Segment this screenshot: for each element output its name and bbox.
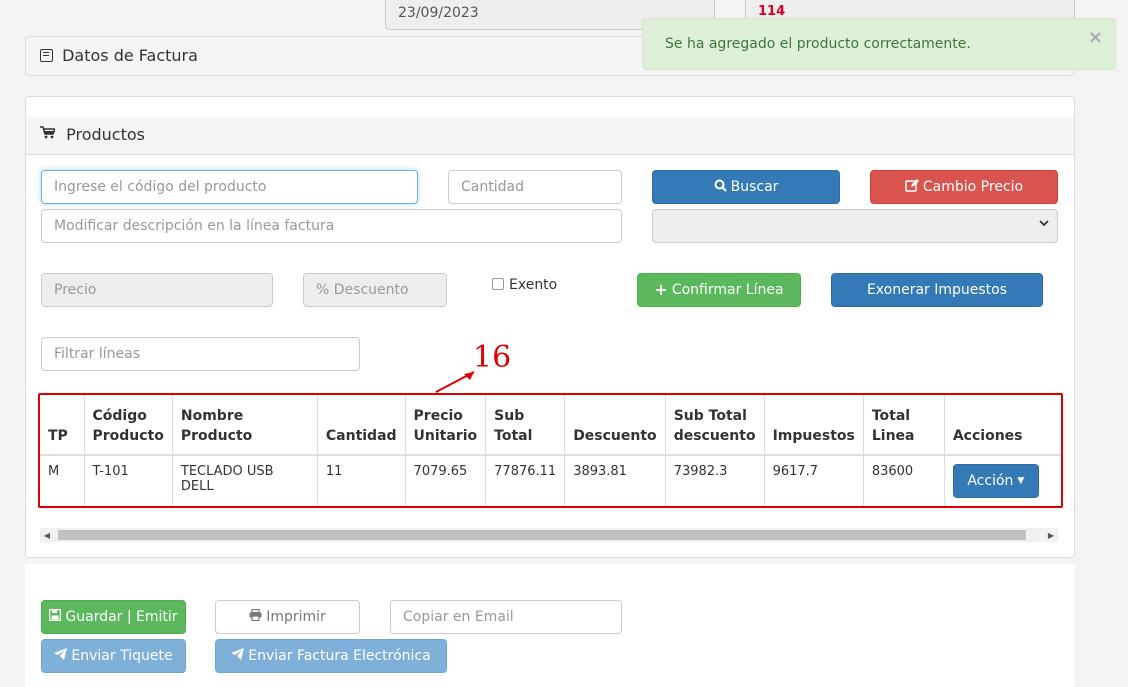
search-button[interactable]: Buscar xyxy=(652,170,840,204)
table-header-row: TP Código Producto Nombre Producto Canti… xyxy=(40,395,1062,456)
cell-descuento: 3893.81 xyxy=(564,455,666,506)
caret-down-icon: ▼ xyxy=(1017,476,1025,486)
exonerate-label: Exonerar Impuestos xyxy=(866,282,1008,298)
col-header-cantidad: Cantidad xyxy=(316,395,406,456)
col-header-precio: Precio Unitario xyxy=(404,395,486,456)
filter-lines-input[interactable]: Filtrar líneas xyxy=(41,337,360,371)
col-header-subtotal-desc: Sub Total descuento xyxy=(664,395,765,456)
paper-plane-icon xyxy=(231,648,245,664)
col-header-subtotal: Sub Total xyxy=(485,395,565,456)
edit-icon xyxy=(905,178,919,196)
line-select[interactable] xyxy=(652,209,1058,243)
send-ticket-button[interactable]: Enviar Tiquete xyxy=(41,639,186,673)
price-change-button[interactable]: Cambio Precio xyxy=(870,170,1058,204)
calendar-icon xyxy=(40,49,53,62)
price-input[interactable]: Precio xyxy=(41,273,273,307)
shopping-cart-icon xyxy=(40,126,57,143)
col-header-total: Total Linea xyxy=(862,395,945,456)
col-header-tp: TP xyxy=(40,395,84,456)
cell-total: 83600 xyxy=(862,455,945,506)
cell-cantidad: 11 xyxy=(316,455,406,506)
alert-message: Se ha agregado el producto correctamente… xyxy=(665,36,971,52)
search-icon xyxy=(714,179,727,196)
lines-table: TP Código Producto Nombre Producto Canti… xyxy=(40,395,1062,507)
cell-precio: 7079.65 xyxy=(404,455,486,506)
table-horizontal-scrollbar[interactable]: ◀ ▶ xyxy=(40,528,1058,542)
plus-icon: + xyxy=(654,280,668,299)
cell-subtotal-desc: 73982.3 xyxy=(664,455,765,506)
printer-icon xyxy=(249,608,262,625)
cell-codigo: T-101 xyxy=(83,455,173,506)
scroll-left-icon[interactable]: ◀ xyxy=(40,528,54,542)
cell-acciones: Acción ▼ xyxy=(943,455,1062,506)
col-header-impuestos: Impuestos xyxy=(763,395,864,456)
exonerate-button[interactable]: Exonerar Impuestos xyxy=(831,273,1043,307)
cell-nombre: TECLADO USB DELL xyxy=(171,455,318,506)
col-header-acciones: Acciones xyxy=(943,395,1062,456)
save-emit-label: Guardar | Emitir xyxy=(65,609,178,625)
invoice-panel-heading[interactable]: Datos de Factura xyxy=(40,46,198,65)
col-header-codigo: Código Producto xyxy=(83,395,173,456)
invoice-panel-title: Datos de Factura xyxy=(62,46,198,65)
scrollbar-thumb[interactable] xyxy=(58,530,1026,540)
save-emit-button[interactable]: Guardar | Emitir xyxy=(41,600,186,634)
description-input[interactable]: Modificar descripción en la línea factur… xyxy=(41,209,622,243)
price-change-label: Cambio Precio xyxy=(922,179,1024,195)
exento-label: Exento xyxy=(509,277,558,293)
annotation-arrow xyxy=(435,371,475,393)
print-label: Imprimir xyxy=(266,609,326,625)
quantity-input[interactable]: Cantidad xyxy=(448,170,622,204)
print-button[interactable]: Imprimir xyxy=(215,600,360,634)
copy-email-input[interactable]: Copiar en Email xyxy=(390,600,622,634)
confirm-line-label: Confirmar Línea xyxy=(671,282,784,298)
col-header-nombre: Nombre Producto xyxy=(171,395,318,456)
paper-plane-icon xyxy=(54,648,68,664)
send-invoice-label: Enviar Factura Electrónica xyxy=(248,648,431,664)
cell-impuestos: 9617.7 xyxy=(763,455,864,506)
scroll-right-icon[interactable]: ▶ xyxy=(1044,528,1058,542)
floppy-icon xyxy=(49,608,62,625)
search-button-label: Buscar xyxy=(730,179,779,195)
products-panel-heading: Productos xyxy=(26,117,1074,155)
discount-input[interactable]: % Descuento xyxy=(303,273,447,307)
cell-tp: M xyxy=(48,464,60,479)
send-invoice-button[interactable]: Enviar Factura Electrónica xyxy=(215,639,447,673)
chevron-down-icon xyxy=(1039,217,1049,231)
action-dropdown-button[interactable]: Acción ▼ xyxy=(952,464,1039,498)
table-row: M T-101 TECLADO USB DELL 11 7079.65 7787… xyxy=(40,455,1062,506)
products-panel-title: Productos xyxy=(66,125,145,144)
col-header-descuento: Descuento xyxy=(564,395,666,456)
send-ticket-label: Enviar Tiquete xyxy=(71,648,173,664)
action-button-label: Acción xyxy=(967,473,1014,489)
close-icon[interactable]: × xyxy=(1088,27,1103,48)
success-alert: Se ha agregado el producto correctamente… xyxy=(642,18,1116,70)
confirm-line-button[interactable]: + Confirmar Línea xyxy=(637,273,801,307)
product-code-input[interactable]: Ingrese el código del producto xyxy=(41,170,418,204)
cell-subtotal: 77876.11 xyxy=(485,455,565,506)
exento-checkbox[interactable] xyxy=(492,278,504,290)
